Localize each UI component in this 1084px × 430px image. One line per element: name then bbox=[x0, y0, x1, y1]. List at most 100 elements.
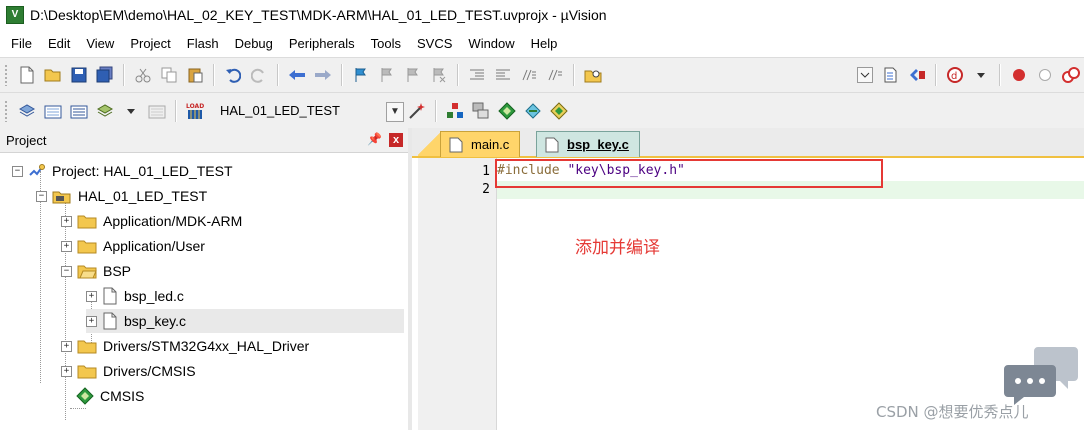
menu-edit[interactable]: Edit bbox=[40, 36, 78, 51]
nav-back-button[interactable] bbox=[286, 64, 308, 86]
collapse-toggle[interactable]: − bbox=[36, 190, 47, 202]
tree-item-project-root[interactable]: − Project: HAL_01_LED_TEST bbox=[12, 159, 233, 183]
pack-installer-button[interactable] bbox=[522, 100, 544, 122]
copy-icon bbox=[161, 67, 177, 83]
unindent-icon bbox=[496, 69, 510, 80]
tree-item-group[interactable]: + Drivers/STM32G4xx_HAL_Driver bbox=[61, 334, 309, 358]
breakpoint-icon bbox=[1013, 69, 1025, 81]
rebuild-button[interactable] bbox=[68, 100, 90, 122]
chevron-down-icon[interactable]: ▼ bbox=[386, 101, 404, 122]
bookmark-prev-icon bbox=[381, 68, 392, 82]
expand-toggle[interactable]: + bbox=[61, 240, 72, 252]
build-button[interactable] bbox=[42, 100, 64, 122]
find-dropdown-button[interactable] bbox=[854, 64, 876, 86]
tree-item-file[interactable]: + bsp_led.c bbox=[86, 284, 184, 308]
menu-svcs[interactable]: SVCS bbox=[409, 36, 460, 51]
menu-peripherals[interactable]: Peripherals bbox=[281, 36, 363, 51]
menu-view[interactable]: View bbox=[78, 36, 122, 51]
toolbar-grip[interactable] bbox=[4, 64, 8, 86]
bookmark-toggle-button[interactable] bbox=[350, 64, 372, 86]
insert-breakpoint-button[interactable] bbox=[1008, 64, 1030, 86]
bookmark-prev-button[interactable] bbox=[376, 64, 398, 86]
browse-button[interactable] bbox=[906, 64, 928, 86]
expand-toggle[interactable]: + bbox=[61, 365, 72, 377]
title-bar: V D:\Desktop\EM\demo\HAL_02_KEY_TEST\MDK… bbox=[0, 0, 1084, 30]
tree-item-group[interactable]: + Application/User bbox=[61, 234, 205, 258]
options-for-target-button[interactable] bbox=[406, 100, 428, 122]
menu-debug[interactable]: Debug bbox=[227, 36, 281, 51]
expand-toggle[interactable]: + bbox=[86, 315, 97, 327]
menu-file[interactable]: File bbox=[0, 36, 40, 51]
cut-icon bbox=[135, 68, 151, 83]
rte-diamond-icon bbox=[498, 101, 516, 120]
undo-button[interactable] bbox=[222, 64, 244, 86]
batch-dropdown-button[interactable] bbox=[120, 100, 142, 122]
folder-icon bbox=[77, 365, 97, 379]
tree-label: HAL_01_LED_TEST bbox=[78, 188, 208, 204]
tree-item-target[interactable]: − HAL_01_LED_TEST bbox=[36, 184, 207, 208]
manage-rte-button[interactable] bbox=[496, 100, 518, 122]
new-file-button[interactable] bbox=[16, 64, 38, 86]
manage-project-items-button[interactable] bbox=[444, 100, 466, 122]
open-file-button[interactable] bbox=[42, 64, 64, 86]
menu-window[interactable]: Window bbox=[460, 36, 522, 51]
batch-build-button[interactable] bbox=[94, 100, 116, 122]
uncomment-icon bbox=[548, 69, 562, 81]
tab-bsp-key-c[interactable]: bsp_key.c bbox=[536, 131, 640, 157]
toolbar-separator bbox=[213, 64, 215, 86]
nav-forward-button[interactable] bbox=[312, 64, 334, 86]
indent-button[interactable] bbox=[466, 64, 488, 86]
folder-icon bbox=[77, 215, 97, 229]
debug-session-button[interactable]: d bbox=[944, 64, 966, 86]
expand-toggle[interactable]: + bbox=[61, 215, 72, 227]
toolbar-grip[interactable] bbox=[4, 99, 8, 122]
bookmark-clear-button[interactable] bbox=[428, 64, 450, 86]
incremental-find-button[interactable] bbox=[880, 64, 902, 86]
save-button[interactable] bbox=[68, 64, 90, 86]
software-packs-button[interactable] bbox=[548, 100, 570, 122]
unindent-button[interactable] bbox=[492, 64, 514, 86]
code-text-area[interactable]: #include "key\bsp_key.h" bbox=[497, 158, 1084, 430]
target-select[interactable]: HAL_01_LED_TEST ▼ bbox=[214, 99, 404, 122]
tree-item-cmsis[interactable]: CMSIS bbox=[76, 384, 144, 408]
tab-main-c[interactable]: main.c bbox=[440, 131, 521, 157]
undo-icon bbox=[226, 68, 241, 83]
menu-flash[interactable]: Flash bbox=[179, 36, 227, 51]
download-button[interactable]: LOAD bbox=[184, 100, 206, 122]
debug-dropdown-button[interactable] bbox=[970, 64, 992, 86]
comment-button[interactable] bbox=[518, 64, 540, 86]
stop-build-button[interactable] bbox=[146, 100, 168, 122]
disable-all-breakpoints-button[interactable] bbox=[1060, 64, 1082, 86]
target-select-value: HAL_01_LED_TEST bbox=[220, 103, 340, 118]
find-in-files-icon bbox=[584, 70, 602, 83]
uncomment-button[interactable] bbox=[544, 64, 566, 86]
expand-toggle[interactable]: + bbox=[86, 290, 97, 302]
close-icon[interactable]: x bbox=[389, 133, 403, 147]
disable-breakpoint-button[interactable] bbox=[1034, 64, 1056, 86]
project-panel-header: Project 📌 x bbox=[0, 128, 408, 153]
tree-item-group[interactable]: + Application/MDK-ARM bbox=[61, 209, 242, 233]
save-all-button[interactable] bbox=[94, 64, 116, 86]
folder-icon bbox=[77, 340, 97, 354]
translate-button[interactable] bbox=[16, 100, 38, 122]
cut-button[interactable] bbox=[132, 64, 154, 86]
menu-project[interactable]: Project bbox=[122, 36, 178, 51]
pin-icon[interactable]: 📌 bbox=[367, 132, 382, 146]
find-in-files-button[interactable] bbox=[582, 64, 604, 86]
tree-item-file[interactable]: + bsp_key.c bbox=[86, 309, 404, 333]
save-icon bbox=[71, 67, 87, 83]
menu-help[interactable]: Help bbox=[523, 36, 566, 51]
copy-button[interactable] bbox=[158, 64, 180, 86]
toolbar-separator bbox=[175, 99, 177, 122]
tree-item-group[interactable]: + Drivers/CMSIS bbox=[61, 359, 196, 383]
tree-item-group[interactable]: − BSP bbox=[61, 259, 131, 283]
menu-tools[interactable]: Tools bbox=[363, 36, 409, 51]
bookmark-next-button[interactable] bbox=[402, 64, 424, 86]
redo-button[interactable] bbox=[248, 64, 270, 86]
select-packs-button[interactable] bbox=[470, 100, 492, 122]
collapse-toggle[interactable]: − bbox=[61, 265, 72, 277]
collapse-toggle[interactable]: − bbox=[12, 165, 23, 177]
paste-button[interactable] bbox=[184, 64, 206, 86]
toolbar-separator bbox=[935, 64, 937, 86]
expand-toggle[interactable]: + bbox=[61, 340, 72, 352]
